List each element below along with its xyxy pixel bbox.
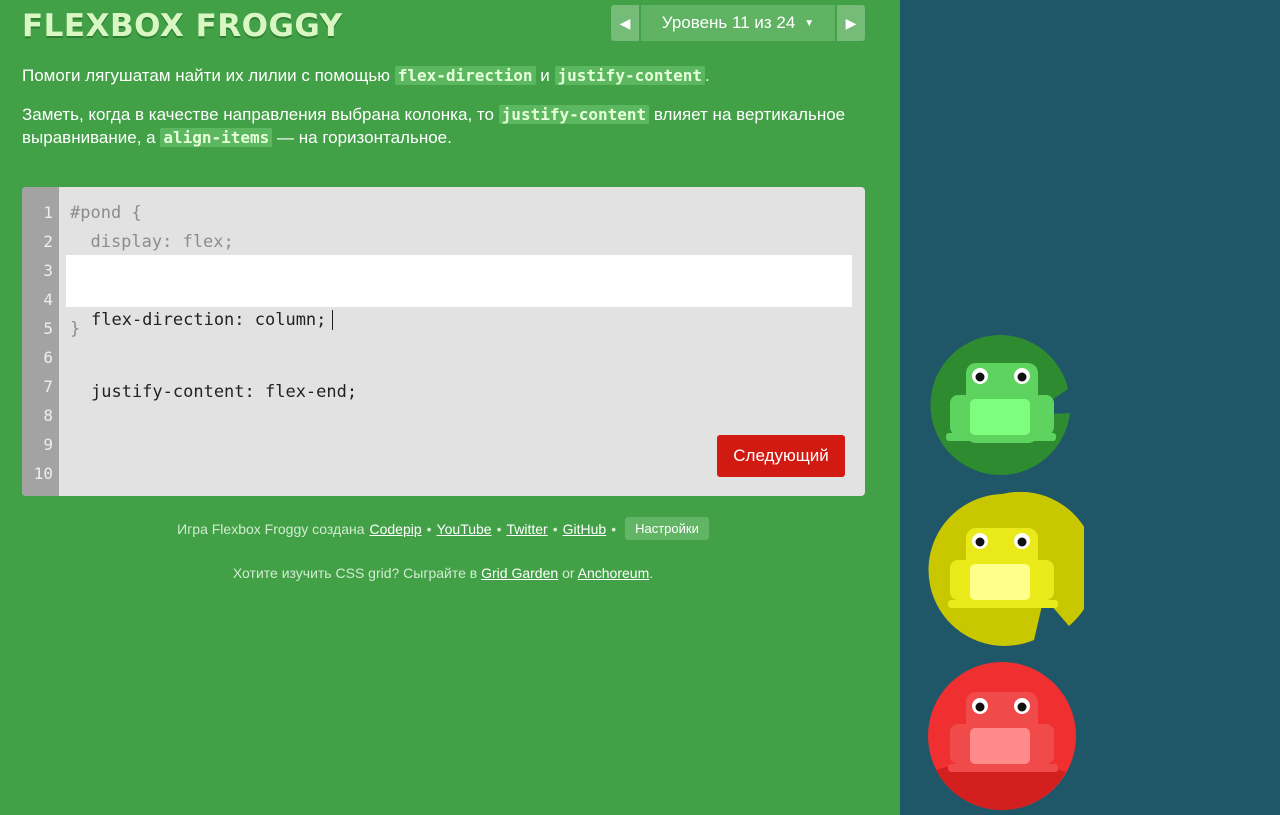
anchoreum-link[interactable]: Anchoreum [578,565,650,581]
separator: • [496,520,502,537]
pond-board [900,0,1280,815]
yellow-lilypad-frog [924,491,1097,657]
credits-prefix: Игра Flexbox Froggy создана [177,520,365,537]
code-keyword: justify-content [554,66,706,85]
settings-button[interactable]: Настройки [625,517,709,540]
line-numbers: 1 2 3 4 5 6 7 8 9 10 [22,187,59,496]
codepip-link[interactable]: Codepip [370,521,422,537]
triangle-right-icon: ▶ [845,14,857,31]
separator: • [426,520,432,537]
youtube-link[interactable]: YouTube [437,521,492,537]
red-frog-icon [928,662,1076,811]
instruction-paragraph-1: Помоги лягушатам найти их лилии с помощь… [22,64,862,87]
level-indicator-label: Уровень 11 из 24 [661,13,796,32]
instructions-text: Помоги лягушатам найти их лилии с помощь… [22,64,862,165]
instruction-paragraph-2: Заметь, когда в качестве направления выб… [22,103,862,149]
input-line: flex-direction: column; [91,310,327,330]
level-navigation: ◀ Уровень 11 из 24 ▼ ▶ [611,5,865,41]
app-logo: FLEXBOX FROGGY [22,8,343,44]
instructions-panel: FLEXBOX FROGGY ◀ Уровень 11 из 24 ▼ ▶ По… [0,0,900,815]
grid-promo-prefix: Хотите изучить CSS grid? Сыграйте в [232,565,478,581]
line-number: 7 [43,377,53,396]
green-frog-icon [930,334,1070,475]
next-button[interactable]: Следующий [717,435,845,477]
separator: • [611,520,617,537]
level-indicator-dropdown[interactable]: Уровень 11 из 24 ▼ [641,5,835,41]
code-line: #pond { [70,203,142,223]
line-number: 4 [43,290,53,309]
grid-promo-or: or [562,565,575,581]
instruction-text: Заметь, когда в качестве направления выб… [22,105,499,124]
green-lilypad-frog [930,333,1075,483]
text-cursor [332,310,334,330]
twitter-link[interactable]: Twitter [506,521,547,537]
github-link[interactable]: GitHub [563,521,607,537]
line-number: 10 [33,464,53,483]
input-line: justify-content: flex-end; [91,382,358,402]
triangle-left-icon: ◀ [619,14,631,31]
instruction-text: и [535,66,555,85]
red-lilypad-frog [926,660,1081,815]
code-keyword: align-items [160,128,273,147]
instruction-text: Помоги лягушатам найти их лилии с помощь… [22,66,395,85]
css-input-text[interactable]: flex-direction: column; justify-content:… [91,260,357,452]
prev-level-button[interactable]: ◀ [611,5,641,41]
instruction-text: — на горизонтальное. [272,128,452,147]
code-keyword: flex-direction [394,66,536,85]
separator: • [552,520,558,537]
line-number: 6 [43,348,53,367]
grid-garden-link[interactable]: Grid Garden [481,565,558,581]
yellow-frog-icon [928,491,1097,646]
grid-promo: Хотите изучить CSS grid? Сыграйте в Grid… [0,565,886,581]
code-keyword: justify-content [498,105,650,124]
line-number: 1 [43,203,53,222]
line-number: 9 [43,435,53,454]
credits-line: Игра Flexbox Froggy создана Codepip • Yo… [0,517,886,540]
line-number: 5 [43,319,53,338]
caret-down-icon: ▼ [804,17,815,29]
instruction-text: . [705,66,710,85]
line-number: 8 [43,406,53,425]
line-number: 2 [43,232,53,251]
grid-promo-suffix: . [649,565,654,581]
next-level-button[interactable]: ▶ [835,5,865,41]
line-number: 3 [43,261,53,280]
